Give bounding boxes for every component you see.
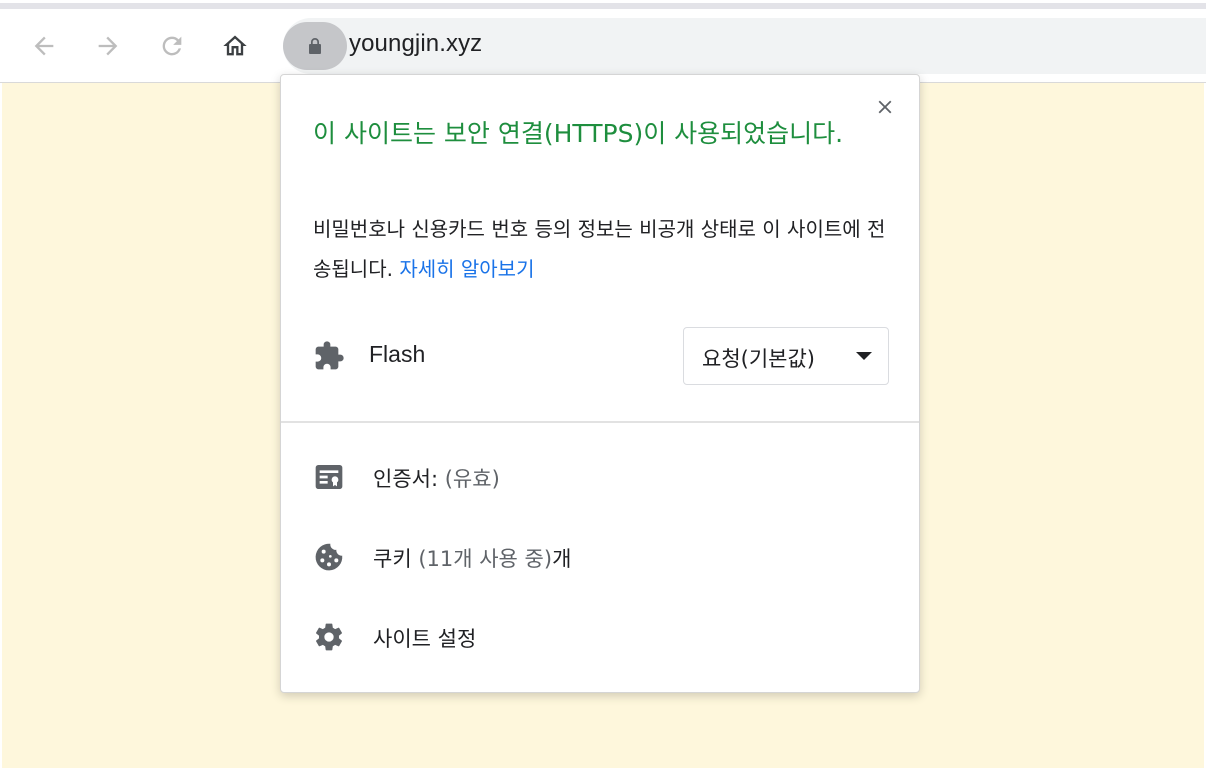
tab-strip	[0, 0, 1206, 10]
connection-description: 비밀번호나 신용카드 번호 등의 정보는 비공개 상태로 이 사이트에 전송됩니…	[313, 209, 893, 289]
cookies-label-text: 쿠키	[373, 547, 412, 571]
chevron-down-icon	[856, 352, 872, 360]
url-text[interactable]: youngjin.xyz	[349, 30, 482, 58]
certificate-label: 인증서: (유효)	[373, 463, 500, 493]
arrow-left-icon	[34, 36, 54, 56]
site-settings-label: 사이트 설정	[373, 627, 477, 651]
cookie-icon	[315, 543, 343, 571]
forward-button[interactable]	[92, 30, 124, 62]
reload-icon	[162, 36, 182, 56]
learn-more-link[interactable]: 자세히 알아보기	[399, 257, 534, 281]
permission-row-flash: Flash 요청(기본값)	[313, 327, 889, 385]
reload-button[interactable]	[156, 30, 188, 62]
close-icon	[878, 100, 892, 114]
site-info-button[interactable]	[283, 22, 347, 70]
certificate-row[interactable]: 인증서: (유효)	[281, 447, 919, 507]
browser-window: youngjin.xyz 이 사이트는 보안 연결(HTTPS)이 사용되었습니…	[0, 0, 1206, 772]
site-info-popup: 이 사이트는 보안 연결(HTTPS)이 사용되었습니다. 비밀번호나 신용카드…	[280, 74, 920, 693]
home-icon	[223, 35, 247, 56]
arrow-right-icon	[98, 36, 118, 56]
cookies-label: 쿠키 (11개 사용 중)개	[373, 543, 571, 573]
lock-icon	[309, 38, 321, 54]
certificate-status: (유효)	[444, 467, 500, 491]
section-divider	[281, 421, 919, 423]
gear-icon	[316, 623, 342, 651]
browser-toolbar: youngjin.xyz	[0, 10, 1206, 82]
site-settings-row[interactable]: 사이트 설정	[281, 607, 919, 667]
back-button[interactable]	[28, 30, 60, 62]
cookies-suffix: 개	[552, 547, 572, 571]
certificate-label-text: 인증서:	[373, 467, 439, 491]
flash-permission-select[interactable]: 요청(기본값)	[683, 327, 889, 385]
cookies-row[interactable]: 쿠키 (11개 사용 중)개	[281, 527, 919, 587]
puzzle-icon	[315, 341, 344, 370]
permission-select-value: 요청(기본값)	[702, 347, 815, 371]
connection-secure-title: 이 사이트는 보안 연결(HTTPS)이 사용되었습니다.	[313, 119, 844, 148]
certificate-icon	[315, 465, 343, 489]
cookies-count: (11개 사용 중)	[418, 547, 553, 571]
home-button[interactable]	[219, 30, 251, 62]
permission-label: Flash	[369, 341, 426, 367]
close-button[interactable]	[869, 91, 901, 123]
